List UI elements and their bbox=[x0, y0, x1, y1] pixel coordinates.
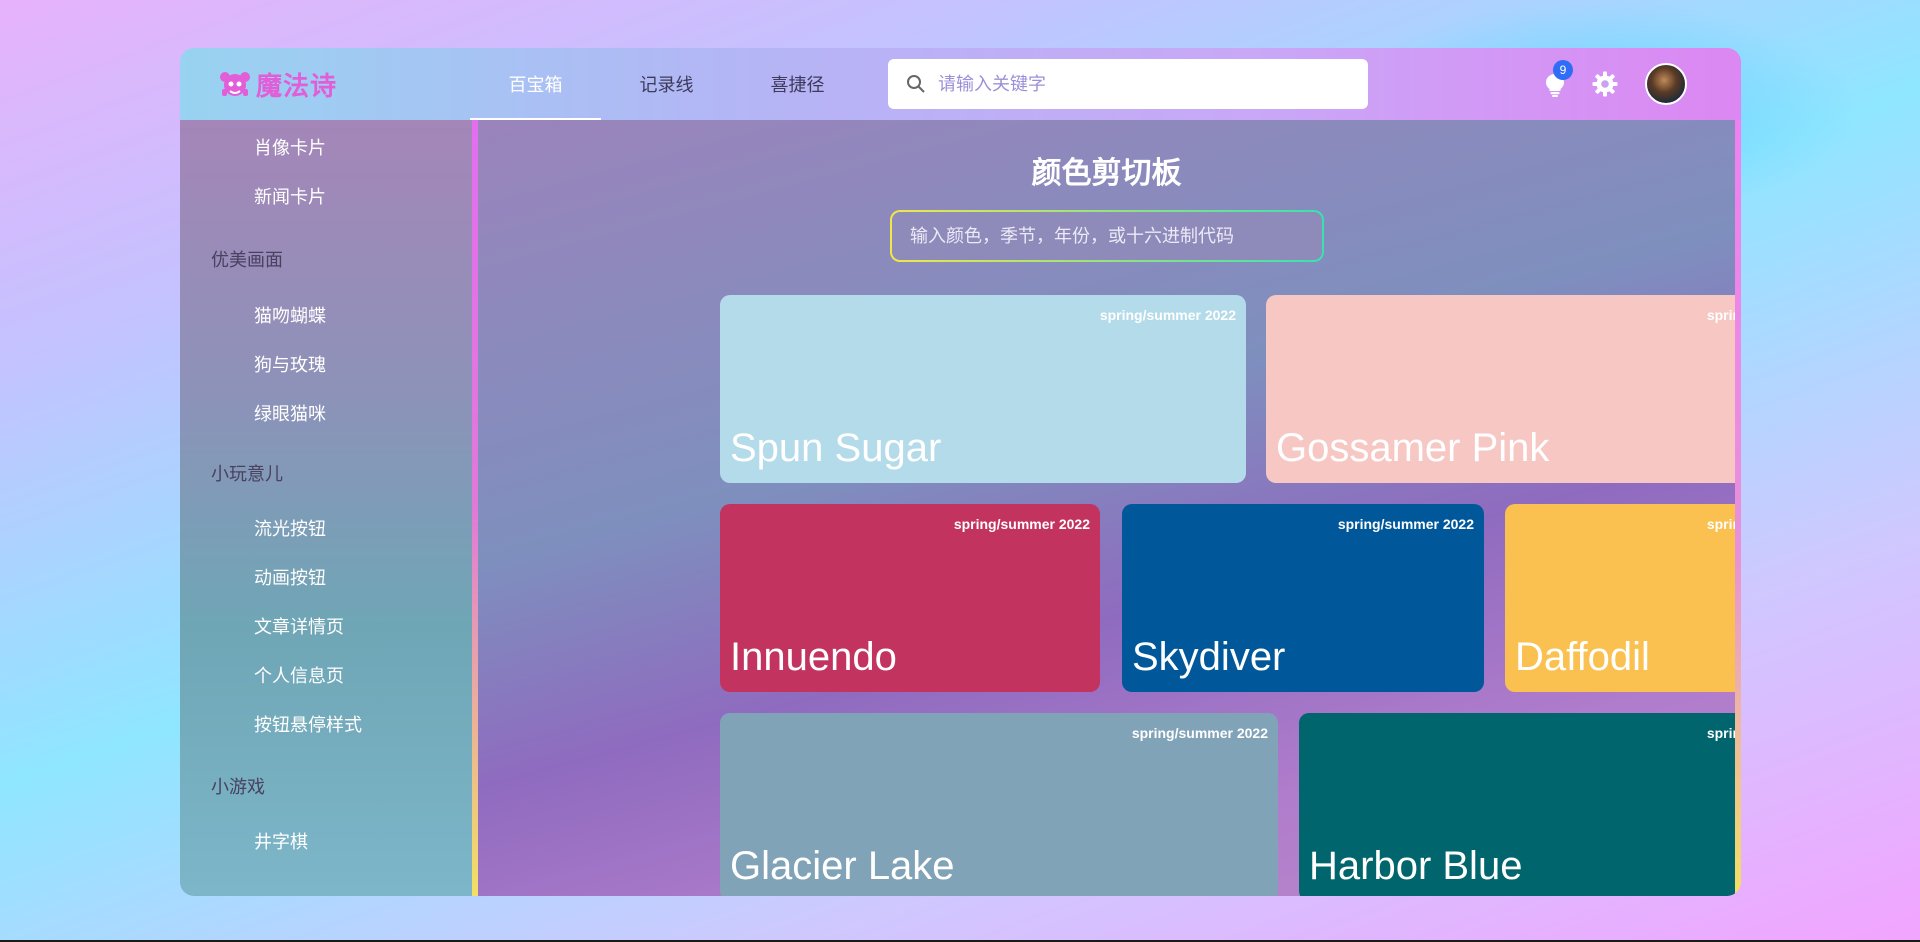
search-input[interactable] bbox=[938, 73, 1338, 95]
sidebar-group-beautiful-scenes: 优美画面 bbox=[211, 250, 283, 271]
color-card-spun-sugar[interactable]: spring/summer 2022 Spun Sugar bbox=[720, 295, 1246, 483]
tab-jiluxian[interactable]: 记录线 bbox=[601, 48, 732, 120]
sidebar-group-gadgets: 小玩意儿 bbox=[211, 464, 283, 485]
color-card-innuendo[interactable]: spring/summer 2022 Innuendo bbox=[720, 504, 1100, 692]
logo[interactable]: 魔法诗 bbox=[218, 64, 337, 104]
sidebar-item-profile-page[interactable]: 个人信息页 bbox=[254, 662, 344, 688]
sidebar-item-green-eyed-cat[interactable]: 绿眼猫咪 bbox=[254, 400, 326, 426]
color-card-harbor-blue[interactable]: spring/summer 2022 Harbor Blue bbox=[1299, 713, 1735, 896]
card-color-name: Gossamer Pink bbox=[1276, 426, 1550, 470]
color-search-input[interactable] bbox=[910, 225, 1310, 247]
sidebar-item-glow-button[interactable]: 流光按钮 bbox=[254, 515, 326, 541]
header-actions: 9 bbox=[1541, 60, 1687, 106]
sidebar-item-button-hover[interactable]: 按钮悬停样式 bbox=[254, 711, 362, 737]
card-color-name: Harbor Blue bbox=[1309, 844, 1523, 888]
color-card-gossamer-pink[interactable]: spring/summer 2022 Gossamer Pink bbox=[1266, 295, 1735, 483]
main-content: 颜色剪切板 spring/summer 2022 Spun Sugar spri… bbox=[478, 120, 1735, 896]
card-color-name: Glacier Lake bbox=[730, 844, 955, 888]
notification-button[interactable]: 9 bbox=[1541, 60, 1573, 98]
logo-icon bbox=[220, 72, 250, 96]
card-season: spring/summer 2022 bbox=[1131, 725, 1268, 741]
color-card-daffodil[interactable]: spring/summer 2022 Daffodil bbox=[1505, 504, 1735, 692]
search-icon bbox=[907, 75, 925, 93]
color-card-skydiver[interactable]: spring/summer 2022 Skydiver bbox=[1122, 504, 1484, 692]
card-season: spring/summer 2022 bbox=[1706, 725, 1735, 741]
main-nav: 百宝箱 记录线 喜捷径 bbox=[470, 48, 863, 120]
card-season: spring/summer 2022 bbox=[953, 516, 1090, 532]
sidebar-item-tic-tac-toe[interactable]: 井字棋 bbox=[254, 828, 308, 854]
logo-text: 魔法诗 bbox=[256, 71, 338, 102]
color-search bbox=[890, 210, 1324, 262]
color-card-glacier-lake[interactable]: spring/summer 2022 Glacier Lake bbox=[720, 713, 1278, 896]
page-title: 颜色剪切板 bbox=[1031, 156, 1182, 191]
card-color-name: Spun Sugar bbox=[730, 426, 942, 470]
gear-icon[interactable] bbox=[1591, 70, 1619, 98]
sidebar: 肖像卡片 新闻卡片 优美画面 猫吻蝴蝶 狗与玫瑰 绿眼猫咪 小玩意儿 流光按钮 … bbox=[180, 120, 472, 896]
sidebar-item-cat-butterfly[interactable]: 猫吻蝴蝶 bbox=[254, 302, 326, 328]
sidebar-item-portrait-card[interactable]: 肖像卡片 bbox=[254, 134, 326, 160]
notification-badge: 9 bbox=[1553, 60, 1573, 80]
top-header: 魔法诗 百宝箱 记录线 喜捷径 9 bbox=[180, 48, 1741, 120]
sidebar-item-animated-button[interactable]: 动画按钮 bbox=[254, 564, 326, 590]
header-search bbox=[888, 59, 1368, 109]
sidebar-item-dog-rose[interactable]: 狗与玫瑰 bbox=[254, 351, 326, 377]
sidebar-group-mini-games: 小游戏 bbox=[211, 777, 265, 798]
sidebar-item-news-card[interactable]: 新闻卡片 bbox=[254, 183, 326, 209]
main-right-border bbox=[1735, 120, 1741, 896]
app-window: 魔法诗 百宝箱 记录线 喜捷径 9 bbox=[180, 48, 1741, 896]
card-season: spring/summer 2022 bbox=[1337, 516, 1474, 532]
sidebar-item-article-detail[interactable]: 文章详情页 bbox=[254, 613, 344, 639]
card-season: spring/summer 2022 bbox=[1099, 307, 1236, 323]
card-color-name: Daffodil bbox=[1515, 635, 1650, 679]
tab-baibaoxiang[interactable]: 百宝箱 bbox=[470, 48, 601, 120]
card-season: spring/summer 2022 bbox=[1706, 516, 1735, 532]
avatar[interactable] bbox=[1645, 63, 1687, 105]
card-color-name: Skydiver bbox=[1132, 635, 1286, 679]
card-color-name: Innuendo bbox=[730, 635, 897, 679]
tab-xijiejing[interactable]: 喜捷径 bbox=[732, 48, 863, 120]
card-season: spring/summer 2022 bbox=[1706, 307, 1735, 323]
